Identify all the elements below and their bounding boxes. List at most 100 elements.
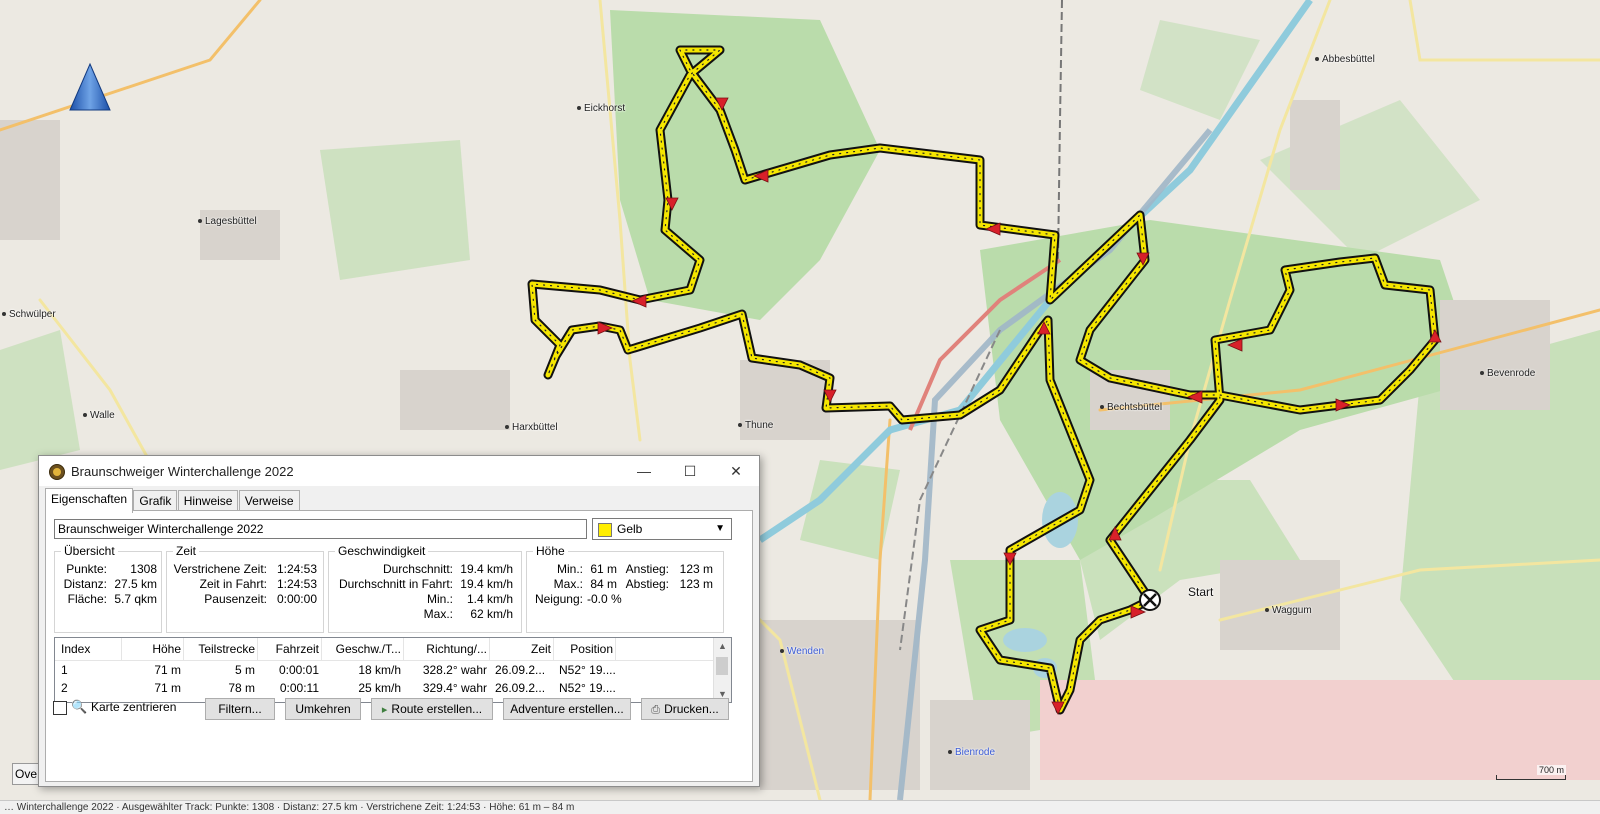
tab-eigenschaften[interactable]: Eigenschaften [45,488,134,513]
stat-value: 27.5 km [114,577,157,591]
table-cell: 5 m [234,663,255,677]
stat-value: 0:00:00 [276,592,317,606]
column-header[interactable]: Zeit [489,638,554,660]
filter-button[interactable]: Filtern... [205,698,275,720]
stat-value: 1:24:53 [276,562,317,576]
place-label: Walle [83,410,115,421]
stat-value: -0.0 % [587,592,622,606]
maximize-button[interactable]: ☐ [667,456,713,486]
scale-label: 700 m [1536,765,1566,775]
print-button[interactable]: ⎙ Drucken... [641,698,729,720]
stat-value: 123 m [679,577,713,591]
table-cell: 26.09.2... [495,663,546,677]
center-map-checkbox[interactable] [53,701,67,715]
table-cell: 1 [61,663,68,677]
table-cell: 0:00:11 [279,681,319,695]
stat-label: Min.: [556,562,583,576]
column-header[interactable]: Index [55,638,122,660]
table-cell: 0:00:01 [278,663,319,677]
stat-value: 1308 [130,562,157,576]
tab-strip: Eigenschaften Grafik Hinweise Verweise [45,488,300,513]
stat-value: 123 m [679,562,713,576]
stat-label: Anstieg: [625,562,669,576]
column-header[interactable]: Geschw./T... [321,638,404,660]
route-icon: ▸ [381,704,388,716]
north-arrow-icon[interactable] [68,62,112,112]
place-label: Waggum [1265,605,1312,616]
stat-value: 1:24:53 [276,577,317,591]
stat-value: 62 km/h [470,607,513,621]
stat-value: 84 m [590,577,617,591]
group-title: Geschwindigkeit [335,544,429,558]
create-route-button[interactable]: ▸ Route erstellen... [371,698,493,720]
status-bar: … Winterchallenge 2022 · Ausgewählter Tr… [0,800,1600,814]
close-button[interactable]: ✕ [713,456,759,486]
stat-label: Max.: [553,577,583,591]
track-properties-dialog: Braunschweiger Winterchallenge 2022 — ☐ … [38,455,760,787]
column-header[interactable]: Teilstrecke [183,638,258,660]
time-group: Zeit Verstrichene Zeit: 1:24:53 Zeit in F… [166,544,324,633]
stat-label: Durchschnitt: [382,562,453,576]
stat-label: Durchschnitt in Fahrt: [338,577,453,591]
table-cell: 71 m [154,663,181,677]
table-cell: 18 km/h [358,663,401,677]
minimize-button[interactable]: — [621,456,667,486]
stat-value: 19.4 km/h [460,577,513,591]
chevron-down-icon: ▼ [715,523,725,534]
place-label: Bienrode [948,747,995,758]
table-cell: N52° 19.... [559,681,616,695]
action-row: 🔍 Karte zentrieren Filtern... Umkehren ▸… [45,697,751,721]
color-label: Gelb [617,522,643,536]
table-cell: 328.2° wahr [422,663,487,677]
stat-label: Verstrichene Zeit: [173,562,267,576]
group-title: Zeit [173,544,200,558]
stat-value: 61 m [590,562,617,576]
tab-verweise[interactable]: Verweise [238,490,300,511]
speed-group: Geschwindigkeit Durchschnitt: 19.4 km/h D… [328,544,522,633]
reverse-button[interactable]: Umkehren [285,698,361,720]
table-cell: 25 km/h [358,681,401,695]
table-scrollbar[interactable]: ▲ ▼ [713,638,731,702]
place-label: Wenden [780,646,824,657]
table-cell: 26.09.2... [495,681,546,695]
table-cell: 2 [61,681,68,695]
dialog-title: Braunschweiger Winterchallenge 2022 [71,464,294,479]
stat-label: Max.: [423,607,453,621]
place-label: Schwülper [2,309,56,320]
track-name-input[interactable]: Braunschweiger Winterchallenge 2022 [54,519,587,539]
table-row[interactable]: 2 71 m 78 m 0:00:11 25 km/h 329.4° wahr … [55,679,731,697]
center-map-label[interactable]: Karte zentrieren [91,700,176,714]
stat-label: Fläche: [67,592,107,606]
place-label: Bechtsbüttel [1100,402,1162,413]
tab-hinweise[interactable]: Hinweise [177,490,239,511]
stat-label: Abstieg: [625,577,669,591]
height-group: Höhe Min.: 61 m Anstieg: 123 m Max.: 84 m Abs… [526,544,724,633]
magnifier-icon: 🔍 [71,699,88,714]
title-bar[interactable]: Braunschweiger Winterchallenge 2022 — ☐ … [39,456,759,486]
start-marker-icon [1139,589,1161,611]
tab-grafik[interactable]: Grafik [133,490,178,511]
color-dropdown[interactable]: Gelb ▼ [592,518,732,540]
group-title: Höhe [533,544,568,558]
color-swatch [598,523,612,537]
stat-label: Distanz: [63,577,107,591]
stat-value: 1.4 km/h [466,592,513,606]
place-label: Bevenrode [1480,368,1535,379]
overview-group: Übersicht Punkte: 1308 Distanz: 27.5 km Fl… [54,544,162,633]
place-label: Lagesbüttel [198,216,257,227]
column-header[interactable]: Fahrzeit [257,638,322,660]
stat-label: Pausenzeit: [204,592,267,606]
stat-value: 5.7 qkm [114,592,157,606]
table-cell: N52° 19.... [559,663,616,677]
column-header[interactable]: Position [553,638,616,660]
scroll-up-icon[interactable]: ▲ [714,638,731,654]
trackpoint-table[interactable]: Index Höhe Teilstrecke Fahrzeit Geschw./… [54,637,732,703]
create-adventure-button[interactable]: Adventure erstellen... [503,698,631,720]
scroll-thumb[interactable] [716,657,728,675]
table-header: Index Höhe Teilstrecke Fahrzeit Geschw./… [55,638,731,661]
place-label: Harxbüttel [505,422,558,433]
column-header[interactable]: Richtung/... [403,638,490,660]
table-row[interactable]: 1 71 m 5 m 0:00:01 18 km/h 328.2° wahr 2… [55,661,731,679]
column-header[interactable]: Höhe [121,638,184,660]
place-label: Thune [738,420,773,431]
